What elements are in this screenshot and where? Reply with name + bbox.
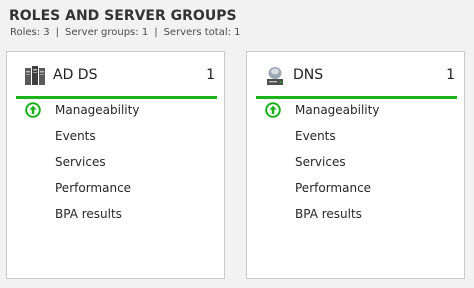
summary-separator: | — [55, 27, 60, 38]
tile-server-count: 1 — [206, 67, 215, 83]
metric-events[interactable]: Events — [295, 129, 336, 143]
role-tile-dns[interactable]: DNS 1 Manageability Events Services Perf… — [246, 51, 465, 279]
up-arrow-circle-icon — [265, 102, 281, 118]
roles-count: Roles: 3 — [10, 27, 50, 38]
metric-bpa-results[interactable]: BPA results — [295, 207, 362, 221]
metric-performance[interactable]: Performance — [55, 181, 131, 195]
tile-server-count: 1 — [446, 67, 455, 83]
section-title: ROLES AND SERVER GROUPS — [9, 8, 237, 24]
tile-name: DNS — [293, 67, 324, 83]
metric-events[interactable]: Events — [55, 129, 96, 143]
up-arrow-circle-icon — [25, 102, 41, 118]
metric-bpa-results[interactable]: BPA results — [55, 207, 122, 221]
metric-manageability[interactable]: Manageability — [55, 103, 139, 117]
tile-name: AD DS — [53, 67, 98, 83]
summary-line: Roles: 3 | Server groups: 1 | Servers total:… — [10, 27, 241, 38]
role-tile-ad-ds[interactable]: AD DS 1 Manageability Events Services Pe… — [6, 51, 225, 279]
metric-performance[interactable]: Performance — [295, 181, 371, 195]
servers-total-count: Servers total: 1 — [163, 27, 241, 38]
tile-header[interactable]: DNS 1 — [256, 60, 457, 99]
tile-header[interactable]: AD DS 1 — [16, 60, 217, 99]
ad-ds-icon — [25, 66, 45, 85]
server-groups-count: Server groups: 1 — [65, 27, 149, 38]
summary-separator: | — [154, 27, 158, 38]
metric-manageability[interactable]: Manageability — [295, 103, 379, 117]
dns-icon — [267, 67, 283, 85]
metric-services[interactable]: Services — [295, 155, 346, 169]
metric-services[interactable]: Services — [55, 155, 106, 169]
